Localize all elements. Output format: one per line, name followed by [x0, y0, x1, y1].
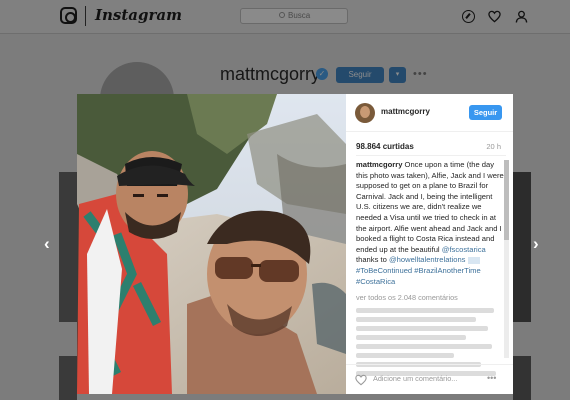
grid-thumbnail[interactable] — [59, 356, 77, 400]
hashtag-link[interactable]: #BrazilAnotherTime — [414, 266, 480, 275]
likes-count[interactable]: 98.864 curtidas — [356, 142, 414, 151]
comments-scrollbar[interactable] — [504, 160, 509, 358]
caption-text-thanks: thanks to — [356, 255, 387, 265]
comment-input[interactable]: Adicione um comentário... — [373, 374, 457, 383]
caption-text: Once upon a time (the day this photo was… — [356, 160, 504, 254]
hashtag-link[interactable]: #ToBeContinued — [356, 266, 412, 275]
post-header: mattmcgorry Seguir — [346, 94, 513, 132]
heart-icon[interactable] — [488, 10, 501, 23]
follow-button[interactable]: Seguir — [469, 105, 502, 120]
compass-icon[interactable] — [462, 10, 475, 23]
post-timestamp: 20 h — [486, 142, 501, 151]
search-input[interactable]: Busca — [240, 8, 348, 24]
comments-section: mattmcgorry Once upon a time (the day th… — [356, 160, 504, 378]
profile-dropdown-button[interactable]: ▾ — [389, 67, 406, 83]
profile-follow-button[interactable]: Seguir — [336, 67, 384, 83]
comment-bar: Adicione um comentário... ••• — [346, 364, 513, 394]
post-author-avatar[interactable] — [355, 103, 375, 123]
grid-thumbnail[interactable] — [513, 356, 531, 400]
post-photo[interactable] — [77, 94, 346, 394]
blurred-comment — [356, 317, 476, 323]
next-post-arrow[interactable]: › — [533, 234, 539, 254]
scrollbar-thumb[interactable] — [504, 160, 509, 240]
search-placeholder: Busca — [288, 11, 311, 20]
view-all-comments-link[interactable]: ver todos os 2.048 comentários — [356, 293, 504, 302]
grid-thumbnail[interactable] — [513, 172, 531, 322]
mention-link[interactable]: @howelltalentrelations — [389, 255, 466, 264]
blurred-comment — [356, 353, 454, 359]
instagram-logo-icon[interactable] — [60, 7, 77, 24]
post-caption: mattmcgorry Once upon a time (the day th… — [356, 160, 504, 287]
top-navigation-bar: Instagram Busca — [0, 0, 570, 34]
like-heart-icon[interactable] — [355, 374, 367, 386]
blurred-comment — [356, 335, 466, 341]
post-author-username[interactable]: mattmcgorry — [381, 107, 430, 116]
blurred-comment — [356, 344, 492, 350]
profile-more-options[interactable]: ••• — [413, 68, 428, 80]
blurred-comment — [356, 308, 494, 314]
selfie-photo — [77, 94, 346, 394]
divider — [356, 155, 506, 156]
post-more-options[interactable]: ••• — [487, 373, 496, 383]
post-modal: mattmcgorry Seguir 98.864 curtidas 20 h … — [77, 94, 513, 394]
mention-link[interactable]: @fscostarica — [442, 245, 486, 254]
grid-thumbnail[interactable] — [59, 172, 77, 322]
previous-post-arrow[interactable]: ‹ — [44, 234, 50, 254]
hashtag-link[interactable]: #CostaRica — [356, 277, 395, 286]
logo-separator — [85, 6, 86, 26]
blurred-comment — [356, 326, 488, 332]
caption-username[interactable]: mattmcgorry — [356, 160, 402, 169]
verified-badge-icon: ✓ — [316, 68, 328, 80]
person-icon[interactable] — [515, 10, 528, 23]
emoji-placeholder — [467, 256, 480, 264]
instagram-wordmark[interactable]: Instagram — [95, 6, 182, 24]
post-sidebar: mattmcgorry Seguir 98.864 curtidas 20 h … — [346, 94, 513, 394]
profile-username: mattmcgorry — [220, 64, 321, 84]
search-icon — [279, 12, 285, 18]
